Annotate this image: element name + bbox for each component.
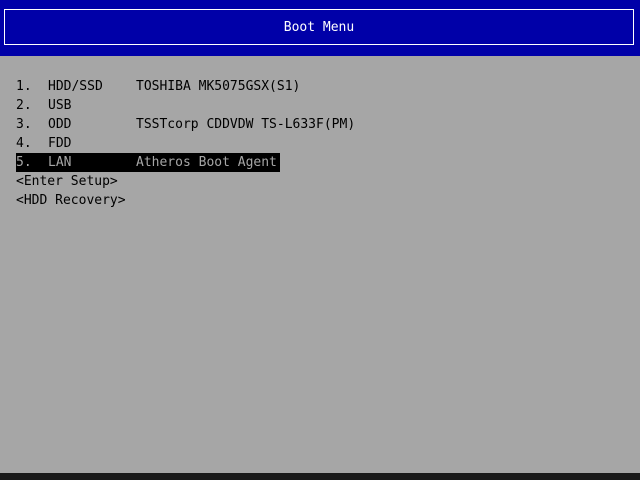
bottom-status-bar — [0, 473, 640, 480]
hdd-recovery-label: <HDD Recovery> — [16, 193, 126, 208]
boot-option-device: HDD/SSD — [48, 79, 103, 94]
enter-setup-option[interactable]: <Enter Setup> — [16, 172, 280, 191]
boot-option-number: 1. — [16, 79, 32, 94]
enter-setup-label: <Enter Setup> — [16, 174, 118, 189]
boot-option-description: Atheros Boot Agent — [136, 155, 277, 170]
page-title: Boot Menu — [283, 19, 355, 35]
boot-option-number: 2. — [16, 98, 32, 113]
boot-option-number: 5. — [16, 155, 32, 170]
boot-option-usb[interactable]: 2. USB — [16, 96, 280, 115]
boot-option-fdd[interactable]: 4. FDD — [16, 134, 280, 153]
boot-option-description: TOSHIBA MK5075GSX(S1) — [136, 79, 301, 94]
boot-option-device: LAN — [48, 155, 72, 170]
boot-option-number: 4. — [16, 136, 32, 151]
boot-option-odd[interactable]: 3. ODD TSSTcorp CDDVDW TS-L633F(PM) — [16, 115, 355, 134]
boot-option-hdd-ssd[interactable]: 1. HDD/SSD TOSHIBA MK5075GSX(S1) — [16, 77, 300, 96]
title-bar: Boot Menu — [0, 0, 640, 56]
boot-option-device: USB — [48, 98, 72, 113]
boot-option-device: FDD — [48, 136, 72, 151]
boot-menu-screen: Boot Menu 1. HDD/SSD TOSHIBA MK5075GSX(S… — [0, 0, 640, 480]
boot-option-device: ODD — [48, 117, 72, 132]
title-frame: Boot Menu — [4, 9, 634, 45]
boot-option-number: 3. — [16, 117, 32, 132]
boot-option-lan[interactable]: 5. LAN Atheros Boot Agent — [16, 153, 280, 172]
hdd-recovery-option[interactable]: <HDD Recovery> — [16, 191, 280, 210]
boot-option-description: TSSTcorp CDDVDW TS-L633F(PM) — [136, 117, 356, 132]
boot-menu-list: 1. HDD/SSD TOSHIBA MK5075GSX(S1) 2. USB … — [16, 77, 355, 210]
